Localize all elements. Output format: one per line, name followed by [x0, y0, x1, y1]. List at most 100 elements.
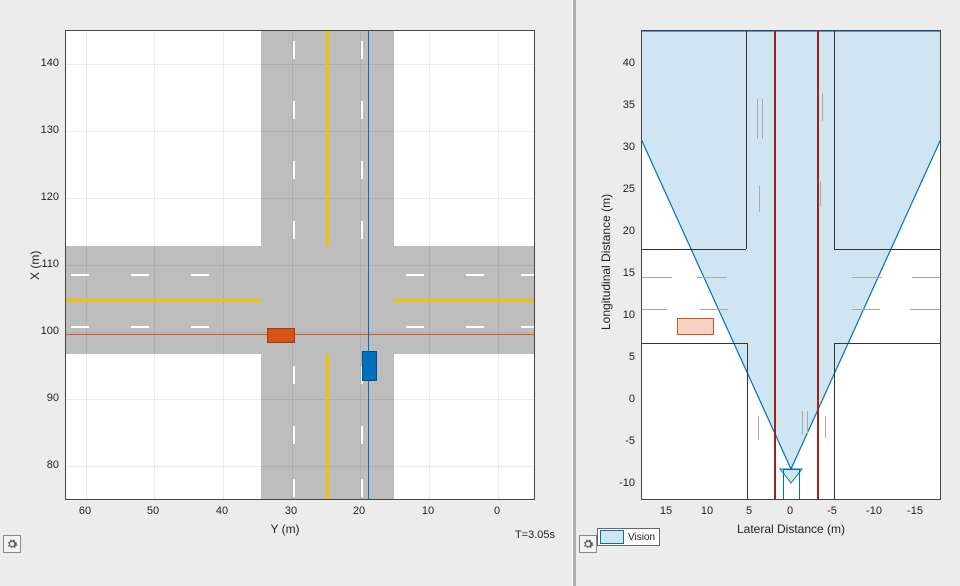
- sensor-pane: 15 10 5 0 -5 -10 -15 -10 -5 0 5 10 15 20…: [576, 0, 960, 586]
- lane-dash: [466, 326, 484, 328]
- pane-divider[interactable]: [572, 0, 573, 586]
- lane-mark: [852, 309, 880, 310]
- lane-mark: [910, 309, 940, 310]
- lane-dash: [361, 221, 363, 239]
- road-edge: [834, 249, 940, 250]
- y-tick: 80: [47, 459, 59, 471]
- lane-dash: [191, 274, 209, 276]
- y-tick: 10: [623, 309, 635, 321]
- lane-mark: [697, 277, 727, 278]
- lane-dash: [191, 326, 209, 328]
- lane-dash: [71, 274, 89, 276]
- lane-dash: [293, 161, 295, 179]
- lane-dash: [293, 221, 295, 239]
- lane-mark: [762, 99, 763, 139]
- timestamp-label: T=3.05s: [515, 529, 555, 541]
- lane-mark: [822, 93, 823, 121]
- x-tick: 15: [660, 505, 672, 517]
- center-line: [326, 31, 329, 246]
- target-trajectory: [368, 31, 369, 499]
- road-edge: [834, 31, 835, 249]
- x-tick: 0: [787, 505, 793, 517]
- center-line: [394, 299, 534, 302]
- lane-dash: [293, 41, 295, 59]
- x-tick: -15: [907, 505, 923, 517]
- lane-dash: [521, 326, 534, 328]
- y-axis-label: X (m): [28, 251, 42, 280]
- y-tick: -5: [625, 435, 635, 447]
- x-tick: 30: [285, 505, 297, 517]
- x-tick: 50: [147, 505, 159, 517]
- target-detection: [677, 318, 714, 335]
- y-tick: 100: [41, 325, 59, 337]
- x-tick: 10: [422, 505, 434, 517]
- lane-mark: [757, 99, 758, 139]
- x-tick: 60: [79, 505, 91, 517]
- ego-outline: [783, 469, 800, 499]
- scenario-pane: 60 50 40 30 20 10 0 80 90 100 110 120 13…: [0, 0, 576, 586]
- lane-dash: [361, 426, 363, 444]
- legend[interactable]: Vision: [597, 528, 660, 546]
- y-axis-label: Longitudinal Distance (m): [599, 194, 613, 330]
- y-tick: 130: [41, 124, 59, 136]
- lane-dash: [361, 101, 363, 119]
- x-axis-label: Lateral Distance (m): [737, 522, 845, 536]
- lane-dash: [131, 274, 149, 276]
- y-tick: -10: [619, 477, 635, 489]
- road-edge: [746, 31, 747, 249]
- lane-mark: [642, 309, 667, 310]
- x-tick: 20: [353, 505, 365, 517]
- gear-icon[interactable]: [3, 535, 21, 553]
- lane-boundary: [774, 31, 776, 499]
- center-line: [66, 299, 261, 302]
- lane-mark: [758, 416, 759, 440]
- lane-dash: [406, 326, 424, 328]
- lane-dash: [293, 366, 295, 384]
- y-tick: 30: [623, 141, 635, 153]
- vision-swatch: [600, 530, 624, 544]
- y-tick: 0: [629, 393, 635, 405]
- y-tick: 120: [41, 191, 59, 203]
- gear-icon[interactable]: [579, 535, 597, 553]
- sensor-plot[interactable]: [641, 30, 941, 500]
- y-tick: 40: [623, 57, 635, 69]
- y-tick: 15: [623, 267, 635, 279]
- road-edge: [747, 343, 748, 499]
- road-edge: [834, 343, 940, 344]
- lane-dash: [521, 274, 534, 276]
- x-tick: 10: [701, 505, 713, 517]
- x-axis-label: Y (m): [270, 522, 299, 536]
- lane-mark: [700, 309, 728, 310]
- lane-dash: [131, 326, 149, 328]
- y-tick: 110: [41, 258, 59, 270]
- road-edge: [834, 343, 835, 499]
- target-vehicle: [362, 351, 377, 381]
- lane-mark: [807, 411, 808, 435]
- vision-fov: [642, 31, 940, 499]
- legend-label: Vision: [628, 532, 655, 543]
- lane-dash: [466, 274, 484, 276]
- y-tick: 35: [623, 99, 635, 111]
- lane-mark: [802, 411, 803, 435]
- lane-dash: [71, 326, 89, 328]
- x-tick: 5: [746, 505, 752, 517]
- lane-dash: [293, 479, 295, 497]
- x-tick: -5: [827, 505, 837, 517]
- y-tick: 25: [623, 183, 635, 195]
- scenario-plot[interactable]: [65, 30, 535, 500]
- road-edge: [642, 343, 747, 344]
- x-tick: 0: [494, 505, 500, 517]
- figure-container: 60 50 40 30 20 10 0 80 90 100 110 120 13…: [0, 0, 960, 586]
- lane-boundary: [817, 31, 819, 499]
- lane-mark: [820, 181, 821, 206]
- lane-mark: [759, 186, 760, 212]
- lane-mark: [852, 277, 882, 278]
- lane-mark: [912, 277, 940, 278]
- y-tick: 140: [41, 57, 59, 69]
- lane-dash: [293, 426, 295, 444]
- y-tick: 5: [629, 351, 635, 363]
- lane-dash: [293, 101, 295, 119]
- x-tick: -10: [866, 505, 882, 517]
- lane-mark: [825, 416, 826, 438]
- lane-dash: [406, 274, 424, 276]
